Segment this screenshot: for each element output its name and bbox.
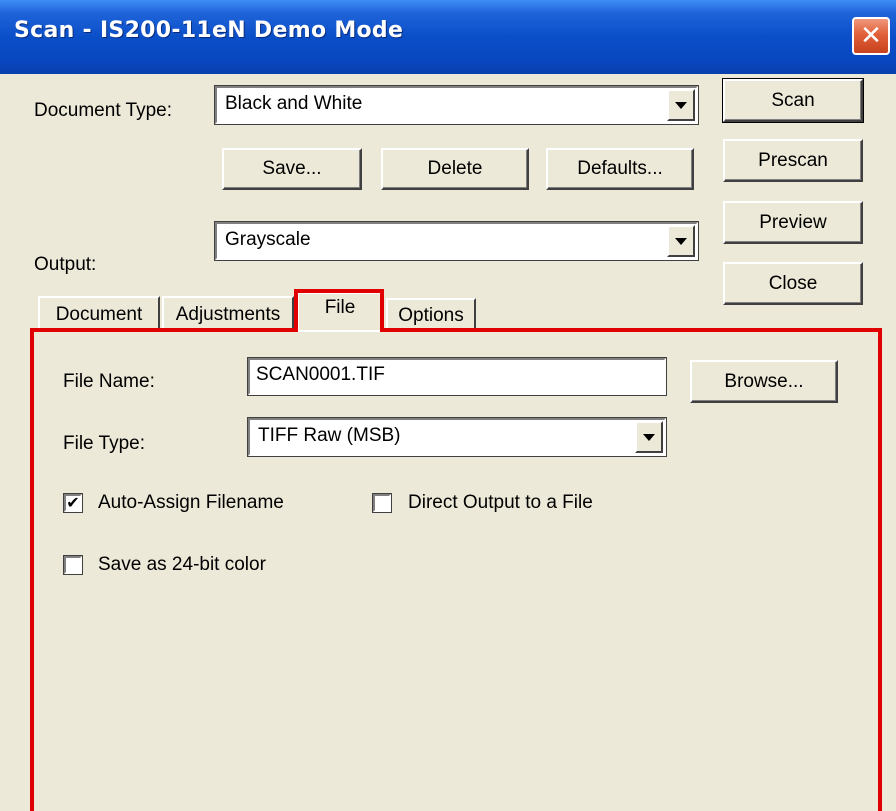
file-type-select[interactable]: TIFF Raw (MSB) [247, 417, 667, 457]
delete-button[interactable]: Delete [381, 148, 529, 190]
defaults-button[interactable]: Defaults... [546, 148, 694, 190]
save-button[interactable]: Save... [222, 148, 362, 190]
tab-options[interactable]: Options [386, 298, 476, 332]
tab-file[interactable]: File [297, 292, 383, 332]
file-type-dropdown-button[interactable] [635, 421, 663, 453]
file-name-input[interactable]: SCAN0001.TIF [247, 357, 667, 396]
document-type-label: Document Type: [34, 100, 173, 121]
browse-button[interactable]: Browse... [690, 360, 838, 403]
check-icon: ✔ [66, 492, 80, 512]
highlight-outline-tab-left [294, 289, 298, 331]
output-select[interactable]: Grayscale [214, 221, 699, 261]
file-name-label: File Name: [63, 371, 155, 392]
close-icon: ✕ [860, 21, 882, 51]
scan-button[interactable]: Scan [722, 78, 864, 123]
document-type-dropdown-button[interactable] [667, 89, 695, 121]
close-button[interactable]: Close [723, 262, 863, 305]
output-value: Grayscale [225, 229, 311, 250]
chevron-down-icon [643, 433, 655, 441]
tab-adjustments[interactable]: Adjustments [162, 296, 294, 332]
close-window-button[interactable]: ✕ [852, 17, 890, 55]
window-title: Scan - IS200-11eN Demo Mode [14, 18, 404, 43]
highlight-outline-panel-left [30, 328, 34, 811]
chevron-down-icon [675, 237, 687, 245]
file-name-value: SCAN0001.TIF [256, 364, 385, 385]
title-bar[interactable]: Scan - IS200-11eN Demo Mode ✕ [0, 0, 896, 74]
output-dropdown-button[interactable] [667, 225, 695, 257]
auto-assign-filename-label: Auto-Assign Filename [98, 492, 284, 513]
file-type-value: TIFF Raw (MSB) [258, 425, 401, 446]
auto-assign-filename-checkbox[interactable]: ✔ [63, 492, 83, 513]
chevron-down-icon [675, 101, 687, 109]
highlight-outline-panel-right [878, 328, 882, 811]
save-24bit-color-label: Save as 24-bit color [98, 554, 266, 575]
highlight-outline-panel-top-left [30, 328, 298, 332]
file-type-label: File Type: [63, 433, 146, 454]
highlight-outline-top [294, 289, 384, 293]
direct-output-to-file-label: Direct Output to a File [408, 492, 593, 513]
save-24bit-color-checkbox[interactable] [63, 555, 83, 575]
document-type-value: Black and White [225, 93, 363, 114]
highlight-outline-tab-right [380, 289, 384, 331]
prescan-button[interactable]: Prescan [723, 139, 863, 182]
scan-dialog: Scan - IS200-11eN Demo Mode ✕ Document T… [0, 0, 896, 811]
direct-output-to-file-checkbox[interactable] [372, 493, 392, 513]
highlight-outline-panel-top-right [380, 328, 882, 332]
output-label: Output: [34, 254, 97, 275]
preview-button[interactable]: Preview [723, 201, 863, 244]
tab-document[interactable]: Document [38, 296, 160, 332]
document-type-select[interactable]: Black and White [214, 85, 699, 125]
